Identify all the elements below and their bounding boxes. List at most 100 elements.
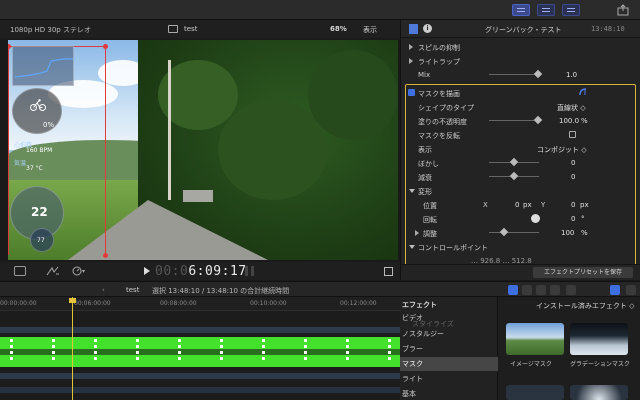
timecode-display[interactable]: 00:06:09:17 bbox=[155, 264, 247, 279]
effect-thumbnail[interactable] bbox=[570, 385, 628, 400]
keyframe-marker[interactable] bbox=[178, 339, 181, 365]
snapping-icon[interactable] bbox=[566, 285, 576, 295]
falloff-knob[interactable] bbox=[509, 171, 519, 181]
disclosure-triangle-icon[interactable] bbox=[409, 189, 415, 193]
scale-row: 調整 100 % bbox=[401, 226, 640, 239]
keyframe-marker[interactable] bbox=[262, 339, 265, 365]
mask-shape-icon[interactable] bbox=[579, 88, 587, 96]
fullscreen-icon[interactable] bbox=[384, 267, 393, 276]
inspector-toggle-icon[interactable] bbox=[562, 4, 580, 16]
disclosure-triangle-icon[interactable] bbox=[409, 58, 413, 64]
back-arrow-icon[interactable]: ‹ bbox=[102, 286, 105, 294]
scale-slider[interactable] bbox=[489, 232, 539, 233]
timeline[interactable]: 00:00:00:00 00:06:00:00 00:08:00:00 00:1… bbox=[0, 297, 400, 400]
mix-slider[interactable] bbox=[489, 74, 539, 75]
timeline-toggle-icon[interactable] bbox=[537, 4, 555, 16]
gradient-mask-thumbnail[interactable] bbox=[570, 323, 628, 355]
share-icon[interactable] bbox=[616, 4, 630, 16]
draw-mask-row[interactable]: マスクを描画 bbox=[401, 86, 640, 99]
keyframe-marker[interactable] bbox=[220, 339, 223, 365]
mask-control-point[interactable] bbox=[103, 253, 108, 258]
spill-row[interactable]: スピルの抑制 bbox=[401, 40, 640, 53]
blur-row: ぼかし 0 bbox=[401, 156, 640, 169]
pos-y-value[interactable]: 0 bbox=[571, 201, 575, 209]
view-label: 表示 bbox=[418, 146, 432, 154]
timeline-ruler[interactable]: 00:00:00:00 00:06:00:00 00:08:00:00 00:1… bbox=[0, 297, 400, 311]
viewer-options-icon[interactable] bbox=[14, 266, 26, 276]
rotation-dial[interactable] bbox=[531, 214, 540, 223]
fill-opacity-slider[interactable] bbox=[489, 120, 539, 121]
effect-category[interactable]: ノスタルジー bbox=[400, 327, 498, 341]
clip-appearance-icon[interactable] bbox=[508, 285, 518, 295]
play-button[interactable] bbox=[144, 267, 150, 275]
effects-browser: インストール済みエフェクト ◇ イメージマスク グラデーションマスク bbox=[498, 297, 640, 400]
blur-value[interactable]: 0 bbox=[571, 159, 575, 167]
view-menu[interactable]: 表示 bbox=[363, 25, 377, 35]
effect-category[interactable]: ライト bbox=[400, 372, 498, 386]
temperature-label: 気温 bbox=[14, 160, 27, 167]
disclosure-triangle-icon[interactable] bbox=[409, 245, 415, 249]
keyframe-marker[interactable] bbox=[94, 339, 97, 365]
green-screen-clip[interactable] bbox=[0, 337, 400, 367]
info-icon[interactable]: i bbox=[423, 24, 432, 33]
shape-type-menu[interactable]: 直線状 ◇ bbox=[557, 103, 586, 113]
audio-track[interactable] bbox=[0, 387, 400, 393]
mix-slider-knob[interactable] bbox=[533, 69, 543, 79]
fill-opacity-value[interactable]: 100.0 bbox=[559, 117, 579, 125]
scale-knob[interactable] bbox=[499, 227, 509, 237]
zoom-menu[interactable]: 68% bbox=[330, 25, 347, 33]
transform-row[interactable]: 変形 bbox=[401, 184, 640, 197]
tick-label: 00:12:00:00 bbox=[340, 300, 377, 307]
view-menu-popup[interactable]: コンポジット ◇ bbox=[537, 145, 587, 155]
speed-tools-icon[interactable] bbox=[72, 266, 86, 276]
effect-thumbnail[interactable] bbox=[506, 385, 564, 400]
pos-x-label: X bbox=[483, 201, 488, 209]
fill-opacity-unit: % bbox=[581, 117, 588, 125]
playhead-handle[interactable] bbox=[69, 298, 76, 303]
effect-category-selected[interactable]: マスク bbox=[400, 357, 498, 371]
effect-category[interactable]: ブラー bbox=[400, 342, 498, 356]
keyframe-marker[interactable] bbox=[136, 339, 139, 365]
mix-value[interactable]: 1.0 bbox=[566, 71, 577, 79]
control-points-label: コントロールポイント bbox=[418, 244, 488, 252]
falloff-value[interactable]: 0 bbox=[571, 173, 575, 181]
keyframe-marker[interactable] bbox=[52, 339, 55, 365]
falloff-label: 減衰 bbox=[418, 174, 432, 182]
disclosure-triangle-icon[interactable] bbox=[409, 44, 413, 50]
control-points-row[interactable]: コントロールポイント bbox=[401, 240, 640, 253]
keyframe-marker[interactable] bbox=[388, 339, 391, 365]
library-toggle-icon[interactable] bbox=[512, 4, 530, 16]
audio-track[interactable] bbox=[0, 373, 400, 379]
save-effect-preset-button[interactable]: エフェクトプリセットを保存 bbox=[533, 267, 633, 278]
keyframe-marker[interactable] bbox=[304, 339, 307, 365]
disclosure-triangle-icon[interactable] bbox=[415, 230, 419, 236]
draw-mask-checkbox[interactable] bbox=[408, 89, 415, 96]
keyframe-marker[interactable] bbox=[10, 339, 13, 365]
image-mask-thumbnail[interactable] bbox=[506, 323, 564, 355]
fill-opacity-knob[interactable] bbox=[533, 115, 543, 125]
tree-foliage bbox=[308, 50, 398, 140]
transitions-browser-icon[interactable] bbox=[626, 285, 636, 295]
viewer-canvas[interactable]: 0% 心拍数 160 BPM 気温 37 °C 22 77 bbox=[8, 40, 398, 260]
effects-browser-icon[interactable] bbox=[610, 285, 620, 295]
headphones-icon[interactable] bbox=[536, 285, 546, 295]
video-inspector-icon[interactable] bbox=[409, 24, 418, 34]
viewer-header: 1080p HD 30p ステレオ test 68% 表示 bbox=[0, 20, 400, 38]
blur-knob[interactable] bbox=[509, 157, 519, 167]
connected-clip-track[interactable] bbox=[0, 327, 400, 333]
light-wrap-row[interactable]: ライトラップ bbox=[401, 54, 640, 67]
keyframe-marker[interactable] bbox=[346, 339, 349, 365]
pos-x-value[interactable]: 0 bbox=[515, 201, 519, 209]
solo-icon[interactable] bbox=[550, 285, 560, 295]
rotation-value[interactable]: 0 bbox=[571, 215, 575, 223]
tick-label: 00:00:00:00 bbox=[0, 300, 37, 307]
effect-category[interactable]: 基本 bbox=[400, 387, 498, 400]
mask-control-point[interactable] bbox=[103, 44, 108, 49]
transform-tools-icon[interactable] bbox=[46, 266, 60, 276]
invert-mask-checkbox[interactable] bbox=[569, 131, 576, 138]
playhead[interactable] bbox=[72, 297, 73, 400]
audio-skimming-icon[interactable] bbox=[522, 285, 532, 295]
scale-value[interactable]: 100 bbox=[561, 229, 574, 237]
effect-title: グリーンバック・テスト bbox=[485, 26, 562, 34]
installed-effects-menu[interactable]: インストール済みエフェクト ◇ bbox=[536, 301, 634, 311]
